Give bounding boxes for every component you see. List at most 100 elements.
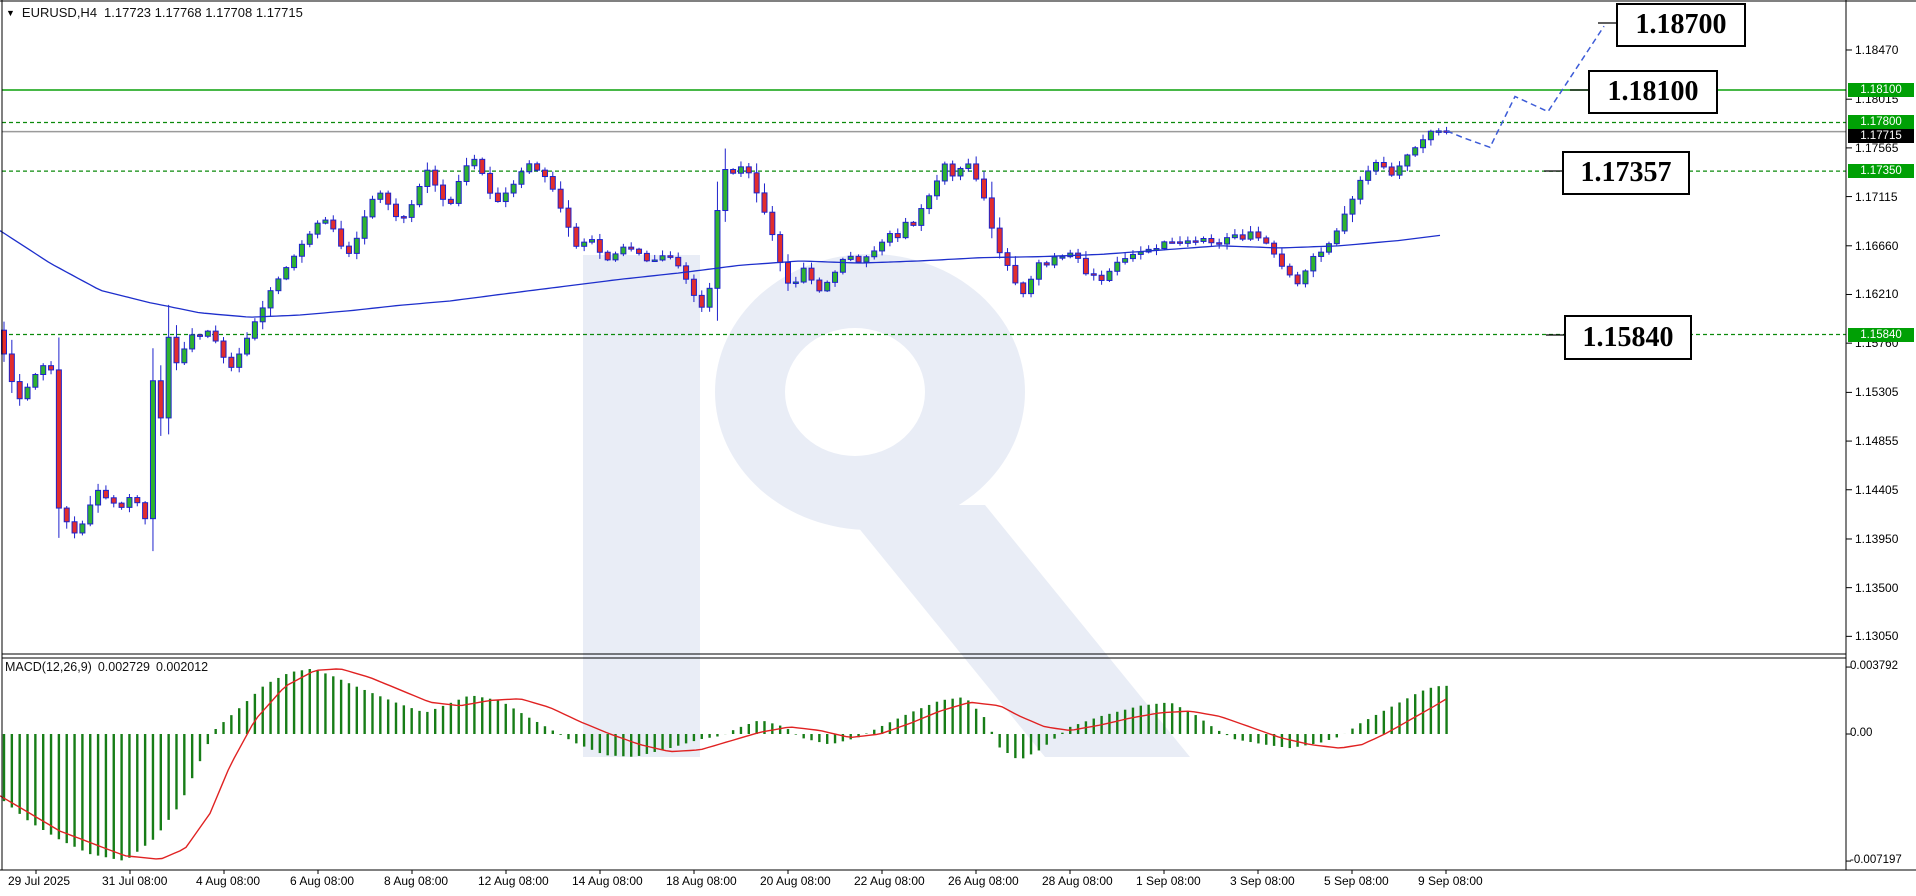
candle-body bbox=[981, 178, 987, 199]
chart-canvas[interactable] bbox=[0, 0, 1916, 896]
candle-body bbox=[189, 334, 196, 350]
candle-body bbox=[95, 489, 102, 506]
candle-body bbox=[800, 267, 807, 283]
candle-body bbox=[698, 294, 705, 308]
candle-body bbox=[643, 252, 650, 262]
candle-body bbox=[24, 386, 31, 400]
candle-body bbox=[996, 227, 1003, 254]
candle-body bbox=[792, 281, 799, 285]
candle-body bbox=[745, 166, 752, 174]
candle-body bbox=[879, 241, 886, 252]
candle-body bbox=[1239, 234, 1246, 240]
candle-body bbox=[973, 163, 980, 180]
symbol-dropdown-arrow-icon[interactable]: ▼ bbox=[6, 8, 15, 18]
candle-body bbox=[1177, 241, 1183, 244]
candle-body bbox=[487, 172, 494, 194]
candle-body bbox=[479, 158, 486, 174]
candle-body bbox=[157, 380, 164, 419]
candle-body bbox=[1286, 265, 1293, 276]
candle-body bbox=[541, 169, 548, 178]
candle-body bbox=[886, 233, 893, 243]
candle-body bbox=[1302, 270, 1309, 285]
candle-body bbox=[816, 279, 823, 292]
candle-body bbox=[353, 237, 360, 254]
trading-chart-window: ▼ EURUSD,H4 1.17723 1.17768 1.17708 1.17… bbox=[0, 0, 1916, 896]
candle-body bbox=[1427, 130, 1434, 141]
candle-body bbox=[16, 381, 23, 400]
candle-body bbox=[1004, 252, 1011, 266]
candle-body bbox=[306, 233, 313, 245]
macd-name: MACD(12,26,9) bbox=[5, 660, 92, 674]
candle-body bbox=[1192, 240, 1199, 243]
candle-body bbox=[1294, 274, 1301, 285]
forecast-projection-line[interactable] bbox=[1446, 25, 1605, 149]
candle-body bbox=[581, 241, 588, 247]
candle-body bbox=[589, 239, 595, 243]
candle-body bbox=[63, 507, 70, 523]
candle-body bbox=[808, 267, 815, 281]
candle-body bbox=[1318, 251, 1325, 257]
candle-body bbox=[1169, 241, 1176, 244]
candle-body bbox=[1271, 242, 1278, 255]
candle-body bbox=[847, 255, 854, 260]
candle-body bbox=[1263, 237, 1270, 244]
candle-body bbox=[957, 167, 964, 177]
candle-body bbox=[361, 216, 368, 239]
macd-signal-line bbox=[0, 668, 1447, 860]
chart-title-bar: ▼ EURUSD,H4 1.17723 1.17768 1.17708 1.17… bbox=[6, 5, 303, 20]
candle-body bbox=[447, 198, 454, 204]
candle-body bbox=[204, 330, 211, 337]
candle-body bbox=[102, 489, 109, 499]
candle-body bbox=[338, 228, 345, 247]
candle-body bbox=[1098, 274, 1105, 281]
candle-body bbox=[855, 255, 862, 263]
candle-body bbox=[1420, 139, 1427, 149]
candle-body bbox=[902, 221, 909, 239]
candle-body bbox=[432, 169, 439, 186]
candle-body bbox=[722, 169, 729, 212]
candle-body bbox=[463, 165, 470, 182]
candle-body bbox=[330, 219, 337, 230]
candle-body bbox=[236, 353, 243, 368]
candle-body bbox=[549, 176, 556, 190]
candle-body bbox=[1122, 258, 1129, 263]
candle-body bbox=[557, 188, 564, 209]
candle-body bbox=[832, 271, 839, 283]
candle-body bbox=[510, 183, 517, 194]
broker-watermark-icon bbox=[583, 254, 1190, 757]
symbol-period-label: EURUSD,H4 bbox=[21, 5, 98, 20]
candle-body bbox=[149, 380, 156, 520]
candle-body bbox=[651, 259, 658, 263]
candle-body bbox=[1137, 251, 1144, 255]
candle-body bbox=[244, 337, 251, 355]
candle-body bbox=[965, 163, 972, 169]
candle-body bbox=[1224, 237, 1231, 245]
candle-body bbox=[1129, 253, 1136, 260]
candle-body bbox=[1114, 261, 1121, 272]
candle-body bbox=[620, 246, 627, 255]
candle-body bbox=[1373, 161, 1379, 172]
candle-body bbox=[298, 243, 305, 257]
candle-body bbox=[1035, 262, 1042, 280]
candle-body bbox=[871, 250, 878, 258]
macd-main-value: 0.002729 bbox=[97, 660, 150, 674]
candle-body bbox=[181, 348, 188, 364]
candle-body bbox=[769, 211, 776, 236]
candle-body bbox=[416, 185, 423, 206]
candle-body bbox=[565, 207, 572, 228]
candle-body bbox=[918, 208, 925, 226]
candle-body bbox=[910, 221, 917, 226]
candle-body bbox=[322, 219, 329, 224]
candle-body bbox=[839, 258, 846, 273]
candle-body bbox=[596, 239, 603, 253]
candle-body bbox=[275, 278, 282, 292]
candle-body bbox=[949, 163, 956, 177]
candle-body bbox=[1012, 264, 1019, 284]
candle-body bbox=[314, 222, 321, 235]
candle-body bbox=[400, 216, 407, 219]
candle-body bbox=[212, 330, 219, 342]
macd-signal-value: 0.002012 bbox=[155, 660, 209, 674]
candle-body bbox=[518, 171, 525, 185]
macd-indicator-label: MACD(12,26,9) 0.002729 0.002012 bbox=[5, 660, 208, 674]
candle-body bbox=[714, 210, 721, 289]
